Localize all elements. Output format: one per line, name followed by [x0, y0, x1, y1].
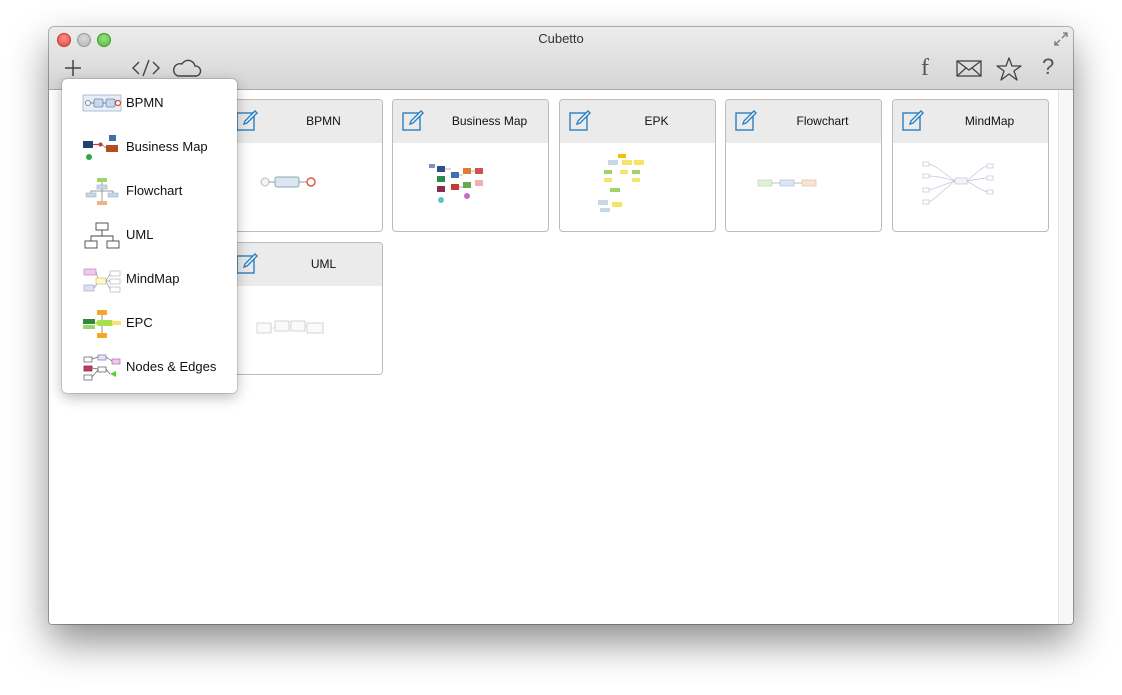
menu-item-label: Business Map — [126, 139, 208, 154]
window-title: Cubetto — [538, 31, 584, 46]
bpmn-thumbnail — [227, 144, 382, 231]
edit-icon[interactable] — [569, 110, 593, 137]
mail-icon[interactable] — [954, 57, 984, 79]
card-title: BPMN — [306, 114, 341, 128]
document-card[interactable]: UML — [226, 242, 383, 375]
document-card[interactable]: BPMN — [226, 99, 383, 232]
facebook-glyph: f — [921, 55, 929, 81]
card-header: Flowchart — [726, 100, 881, 143]
card-header: EPK — [560, 100, 715, 143]
cloud-icon[interactable] — [171, 57, 202, 79]
document-card[interactable]: MindMap — [892, 99, 1049, 232]
card-title: Business Map — [451, 114, 528, 128]
edit-icon[interactable] — [236, 110, 260, 137]
uml-icon — [82, 221, 122, 256]
document-card[interactable]: Flowchart — [725, 99, 882, 232]
card-header: BPMN — [227, 100, 382, 143]
business-map-icon — [82, 133, 122, 168]
card-title: EPK — [644, 114, 669, 128]
menu-item-epc[interactable]: EPC — [62, 303, 237, 343]
fullscreen-icon[interactable] — [1053, 31, 1069, 52]
menu-item-mindmap[interactable]: MindMap — [62, 259, 237, 299]
card-header: UML — [227, 243, 382, 286]
code-icon[interactable] — [131, 57, 161, 79]
star-icon[interactable] — [994, 57, 1024, 81]
edit-icon[interactable] — [902, 110, 926, 137]
edit-icon[interactable] — [236, 253, 260, 280]
menu-item-label: Nodes & Edges — [126, 359, 217, 374]
document-card[interactable]: Business Map — [392, 99, 549, 232]
nodes-edges-icon — [82, 353, 122, 388]
menu-item-label: MindMap — [126, 271, 180, 286]
edit-icon[interactable] — [402, 110, 426, 137]
epk-thumbnail — [560, 144, 715, 231]
flowchart-icon — [82, 177, 122, 212]
card-title: UML — [310, 257, 337, 271]
flowchart-thumbnail — [726, 144, 881, 231]
mindmap-icon — [82, 265, 122, 300]
menu-item-label: EPC — [126, 315, 153, 330]
menu-item-flowchart[interactable]: Flowchart — [62, 171, 237, 211]
menu-item-label: UML — [126, 227, 154, 242]
card-title: MindMap — [964, 114, 1015, 128]
facebook-icon[interactable]: f — [914, 55, 934, 81]
bpmn-icon — [82, 89, 122, 122]
menu-item-label: Flowchart — [126, 183, 183, 198]
mindmap-thumbnail — [893, 144, 1048, 231]
menu-item-label: BPMN — [126, 95, 164, 110]
new-document-menu: BPMN Business Map Flowchart UML MindMap … — [62, 79, 237, 393]
document-card[interactable]: EPK — [559, 99, 716, 232]
menu-item-uml[interactable]: UML — [62, 215, 237, 255]
menu-item-business-map[interactable]: Business Map — [62, 127, 237, 167]
uml-thumbnail — [227, 287, 382, 374]
card-title: Flowchart — [796, 114, 849, 128]
menu-item-nodes-edges[interactable]: Nodes & Edges — [62, 347, 237, 387]
help-icon[interactable]: ? — [1039, 54, 1059, 79]
plus-icon[interactable] — [60, 57, 90, 79]
menu-item-bpmn[interactable]: BPMN — [62, 83, 237, 123]
vertical-scrollbar[interactable] — [1058, 90, 1073, 624]
help-glyph: ? — [1042, 54, 1055, 79]
edit-icon[interactable] — [735, 110, 759, 137]
business-map-thumbnail — [393, 144, 548, 231]
epc-icon — [82, 309, 122, 344]
card-header: MindMap — [893, 100, 1048, 143]
card-header: Business Map — [393, 100, 548, 143]
